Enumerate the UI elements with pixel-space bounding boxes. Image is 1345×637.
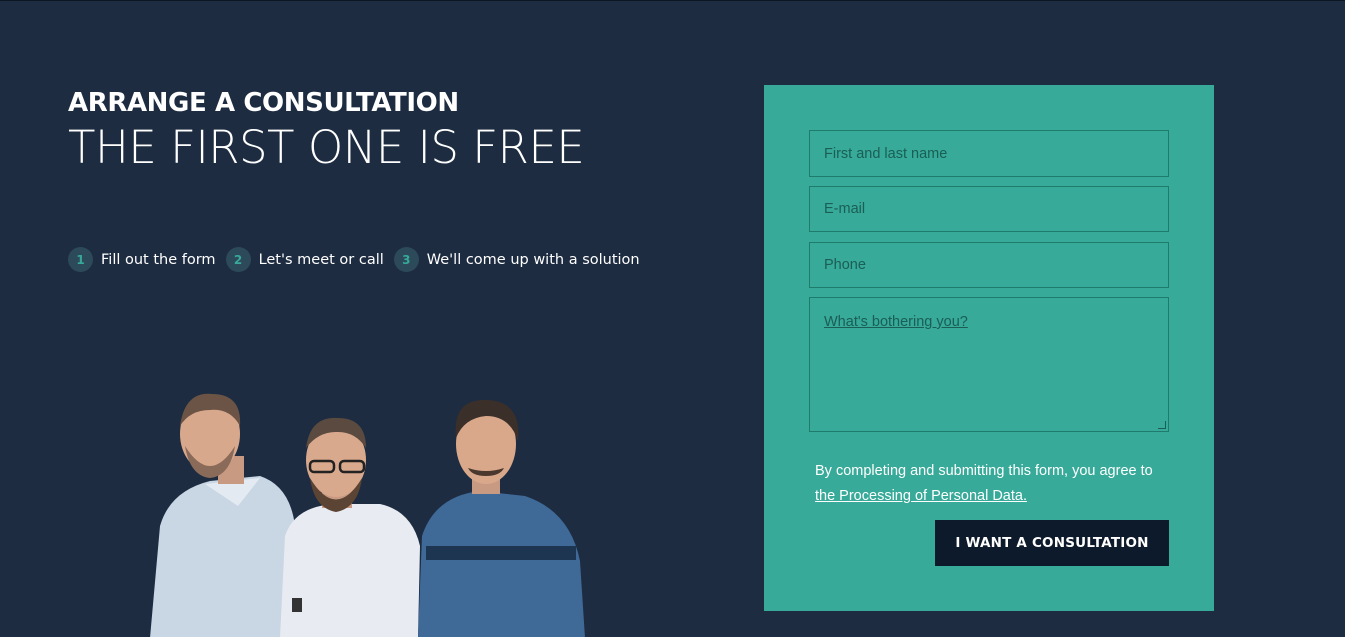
- step-2: 2 Let's meet or call: [225, 247, 384, 272]
- hero-kicker: ARRANGE A CONSULTATION: [68, 88, 459, 118]
- email-placeholder: E-mail: [824, 201, 866, 217]
- step-label: Fill out the form: [101, 251, 216, 268]
- step-label: Let's meet or call: [258, 251, 384, 268]
- person-left: [150, 393, 300, 637]
- consultation-form: First and last name E-mail Phone What's …: [764, 85, 1214, 611]
- step-1: 1 Fill out the form: [68, 247, 216, 272]
- hero-headline: THE FIRST ONE IS FREE: [68, 121, 585, 174]
- person-middle: [280, 417, 420, 637]
- message-placeholder: What's bothering you?: [824, 314, 968, 330]
- step-number-badge: 2: [225, 247, 251, 272]
- consent-text: By completing and submitting this form, …: [815, 463, 1153, 479]
- name-placeholder: First and last name: [824, 145, 948, 162]
- name-field[interactable]: First and last name: [809, 130, 1169, 177]
- team-photo: [150, 386, 590, 637]
- team-illustration: [150, 393, 585, 637]
- email-field[interactable]: E-mail: [809, 186, 1169, 232]
- resize-handle-icon[interactable]: [1158, 421, 1166, 429]
- phone-placeholder: Phone: [824, 257, 866, 273]
- privacy-policy-link[interactable]: the Processing of Personal Data.: [815, 488, 1027, 504]
- hero-heading: ARRANGE A CONSULTATION THE FIRST ONE IS …: [68, 87, 688, 175]
- step-number-badge: 1: [68, 247, 93, 272]
- submit-button[interactable]: I WANT A CONSULTATION: [935, 520, 1169, 566]
- phone-field[interactable]: Phone: [809, 242, 1169, 288]
- step-3: 3 We'll come up with a solution: [393, 247, 640, 272]
- message-textarea[interactable]: What's bothering you?: [809, 297, 1169, 432]
- step-label: We'll come up with a solution: [426, 251, 640, 268]
- consent-notice: By completing and submitting this form, …: [815, 459, 1175, 509]
- person-right: [418, 399, 585, 637]
- process-steps: 1 Fill out the form 2 Let's meet or call…: [68, 247, 642, 272]
- step-number-badge: 3: [393, 247, 419, 272]
